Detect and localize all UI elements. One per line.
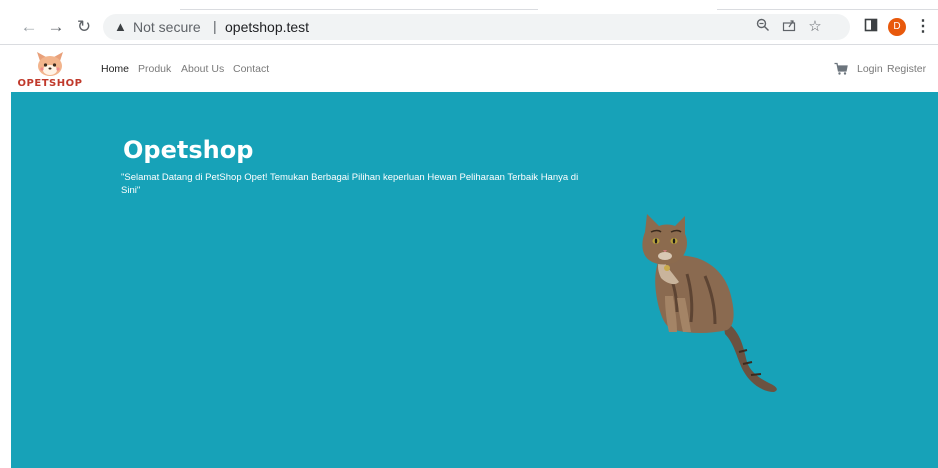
cat-photo [642,214,777,392]
profile-avatar[interactable]: D [888,18,906,36]
star-icon[interactable]: ☆ [806,18,824,36]
register-link[interactable]: Register [887,62,926,76]
nav-about-link[interactable]: About Us [181,62,224,76]
reload-icon[interactable]: ↻ [73,16,95,38]
hero-title: Opetshop [123,136,254,164]
security-label[interactable]: Not secure [133,18,201,36]
url-text[interactable]: opetshop.test [225,18,309,36]
arrow-left-icon[interactable]: ← [18,16,40,38]
nav-home-link[interactable]: Home [101,62,129,76]
browser-toolbar: ← → ↻ ▲ Not secure | opetshop.test ☆ D ⋮ [0,10,938,45]
opetshop-logo[interactable]: OPETSHOP [13,51,87,89]
share-icon[interactable] [780,18,798,36]
nav-contact-link[interactable]: Contact [233,62,269,76]
fox-mascot-icon [37,52,63,76]
warning-icon[interactable]: ▲ [114,18,127,36]
hero-section: Opetshop "Selamat Datang di PetShop Opet… [11,92,938,468]
site-navbar: OPETSHOP Home Produk About Us Contact Lo… [11,45,938,92]
arrow-right-icon[interactable]: → [45,16,67,38]
tab-strip-edge [0,0,938,10]
nav-produk-link[interactable]: Produk [138,62,171,76]
hero-tagline: "Selamat Datang di PetShop Opet! Temukan… [121,172,579,196]
logo-text: OPETSHOP [17,78,83,89]
more-vert-icon[interactable]: ⋮ [915,16,931,38]
zoom-icon[interactable] [754,18,772,36]
side-panel-icon[interactable] [862,18,880,36]
url-separator: | [213,18,217,34]
address-bar[interactable]: ▲ Not secure | opetshop.test ☆ [103,14,850,40]
cart-icon[interactable] [834,62,848,76]
login-link[interactable]: Login [857,62,883,76]
